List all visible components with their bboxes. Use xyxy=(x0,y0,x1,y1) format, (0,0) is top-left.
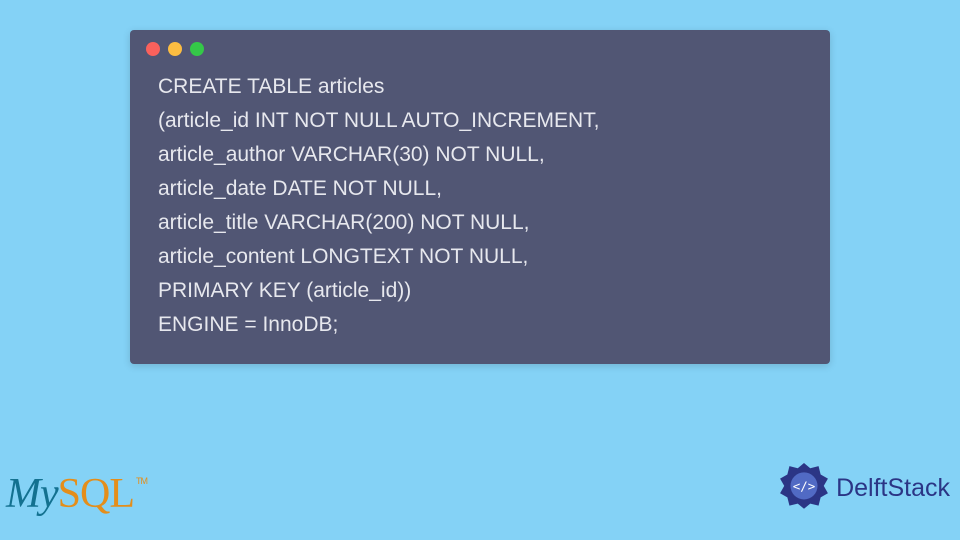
delftstack-label: DelftStack xyxy=(836,474,950,503)
close-dot xyxy=(146,42,160,56)
delftstack-gear-icon: </> xyxy=(778,462,830,514)
svg-text:</>: </> xyxy=(793,479,816,494)
mysql-logo: MySQLTM xyxy=(6,470,145,518)
mysql-logo-sql: SQL xyxy=(58,471,134,517)
window-title-bar xyxy=(130,30,830,62)
mysql-logo-my: My xyxy=(6,471,58,517)
mysql-logo-tm: TM xyxy=(136,476,147,486)
code-window: CREATE TABLE articles (article_id INT NO… xyxy=(130,30,830,364)
minimize-dot xyxy=(168,42,182,56)
code-content: CREATE TABLE articles (article_id INT NO… xyxy=(130,62,830,364)
delftstack-logo: </> DelftStack xyxy=(778,462,950,514)
maximize-dot xyxy=(190,42,204,56)
